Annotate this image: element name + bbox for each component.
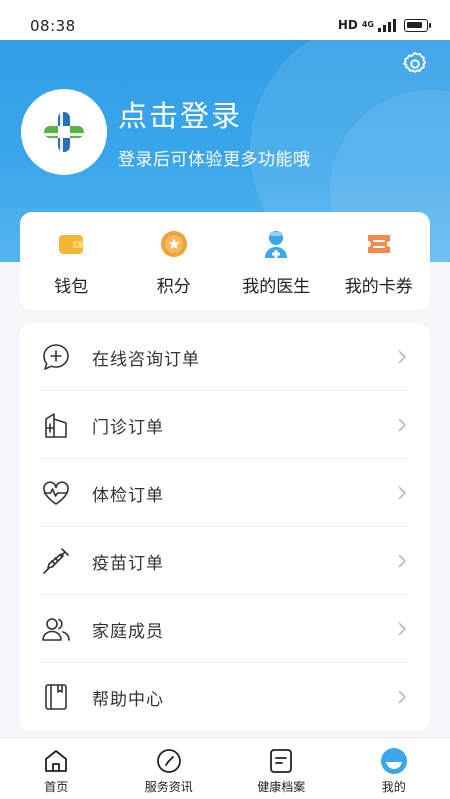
chevron-right-icon	[398, 486, 407, 500]
home-icon	[41, 746, 71, 776]
heart-pulse-icon	[40, 477, 72, 509]
menu-item-label: 门诊订单	[92, 417, 164, 438]
chevron-right-icon	[398, 418, 407, 432]
battery-icon	[404, 18, 431, 32]
quick-action-label: 我的医生	[242, 277, 311, 297]
tab-label: 健康档案	[257, 780, 306, 794]
tab-service-news[interactable]: 服务资讯	[113, 738, 226, 799]
doctor-icon	[261, 229, 291, 259]
quick-action-points[interactable]: 积分	[123, 212, 226, 310]
menu-item-help-center[interactable]: 帮助中心	[20, 663, 430, 731]
app-logo-icon	[44, 112, 84, 152]
quick-action-my-doctor[interactable]: 我的医生	[225, 212, 328, 310]
tab-label: 我的	[381, 780, 406, 794]
profile-icon	[379, 746, 409, 776]
settings-button[interactable]	[401, 50, 429, 78]
network-type: 4G	[361, 20, 374, 29]
chevron-right-icon	[398, 554, 407, 568]
menu-item-clinic-orders[interactable]: 门诊订单	[20, 391, 430, 459]
quick-action-coupons[interactable]: 我的卡券	[328, 212, 431, 310]
quick-actions-card: 钱包 积分 我的医生 我的卡券	[20, 212, 430, 310]
hospital-icon	[40, 409, 72, 441]
login-title[interactable]: 点击登录	[118, 93, 242, 135]
menu-item-family-members[interactable]: 家庭成员	[20, 595, 430, 663]
status-bar: 08:38 HD 4G	[0, 0, 450, 40]
order-menu-card: 在线咨询订单 门诊订单 体检订单 疫苗订单 家庭成员 帮助中心	[20, 323, 430, 731]
menu-item-label: 帮助中心	[92, 689, 164, 710]
quick-action-label: 钱包	[54, 277, 89, 297]
compass-icon	[154, 746, 184, 776]
coupon-icon	[364, 229, 394, 259]
chevron-right-icon	[398, 350, 407, 364]
menu-item-label: 疫苗订单	[92, 553, 164, 574]
tab-label: 首页	[44, 780, 69, 794]
gear-icon	[402, 51, 426, 73]
tab-home[interactable]: 首页	[0, 738, 113, 799]
bottom-tab-bar: 首页 服务资讯 健康档案 我的	[0, 737, 450, 799]
login-subtitle: 登录后可体验更多功能哦	[118, 150, 311, 170]
quick-action-label: 我的卡券	[344, 277, 413, 297]
hd-indicator: HD	[337, 18, 358, 32]
menu-item-physical-exam-orders[interactable]: 体检订单	[20, 459, 430, 527]
family-members-icon	[40, 613, 72, 645]
menu-item-label: 在线咨询订单	[92, 349, 200, 370]
syringe-icon	[40, 545, 72, 577]
signal-icon	[378, 18, 396, 32]
status-indicators: HD 4G	[337, 18, 431, 32]
menu-item-label: 家庭成员	[92, 621, 164, 642]
avatar[interactable]	[21, 89, 107, 175]
status-time: 08:38	[30, 17, 76, 35]
wallet-icon	[56, 229, 86, 259]
tab-health-records[interactable]: 健康档案	[225, 738, 338, 799]
chevron-right-icon	[398, 690, 407, 704]
menu-item-label: 体检订单	[92, 485, 164, 506]
quick-action-wallet[interactable]: 钱包	[20, 212, 123, 310]
tab-label: 服务资讯	[144, 780, 193, 794]
tab-mine[interactable]: 我的	[338, 738, 450, 799]
menu-item-online-consultation-orders[interactable]: 在线咨询订单	[20, 323, 430, 391]
points-star-icon	[159, 229, 189, 259]
quick-action-label: 积分	[156, 277, 191, 297]
help-book-icon	[40, 681, 72, 713]
health-record-icon	[266, 746, 296, 776]
chevron-right-icon	[398, 622, 407, 636]
menu-item-vaccine-orders[interactable]: 疫苗订单	[20, 527, 430, 595]
chat-plus-icon	[40, 341, 72, 373]
